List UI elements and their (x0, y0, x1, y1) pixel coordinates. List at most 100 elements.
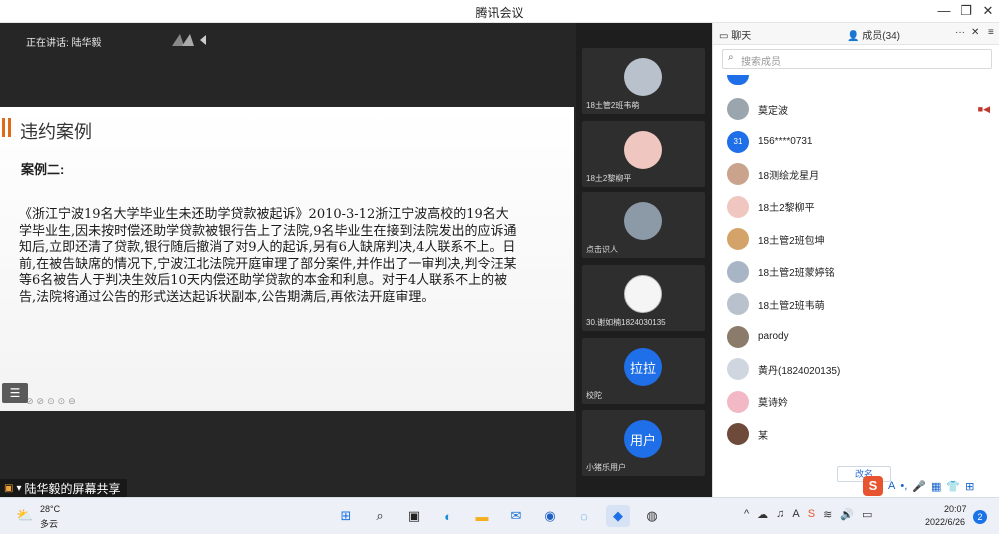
avatar (624, 202, 662, 240)
panel-tabs: ▭ 聊天 👤 成员(34) ··· ✕ ≡ (713, 23, 999, 45)
member-row[interactable]: 18土管2班韦萌 (713, 288, 999, 321)
member-row[interactable]: 某 (713, 418, 999, 451)
tile-name: 小猪乐用户 (586, 463, 626, 472)
search-placeholder: 搜索成员 (741, 57, 781, 68)
members-icon: 👤 (847, 31, 860, 42)
avatar (727, 423, 749, 446)
ime-grid-icon[interactable]: ⊞ (965, 480, 974, 493)
start-icon[interactable]: ⊞ (334, 505, 358, 527)
browser-icon[interactable]: ◌ (572, 505, 596, 527)
member-row[interactable]: 31 156****0731 (713, 126, 999, 159)
ime-toolbar[interactable]: S A •, 🎤 ▦ 👕 ⊞ (863, 475, 974, 497)
screen-share-label: ▣ ▾ 陆华毅的屏幕共享 (0, 479, 127, 497)
avatar (727, 390, 749, 413)
member-name: 156****0731 (758, 136, 813, 148)
tray-overflow-icon[interactable]: ^ (744, 508, 749, 521)
shared-screen: 正在讲话: 陆华毅 违约案例 案例二: 《浙江宁波19名大学毕业生未还助学贷款被… (0, 23, 576, 497)
avatar (727, 325, 749, 348)
search-icon[interactable]: ⌕ (368, 505, 392, 527)
avatar (727, 358, 749, 381)
avatar (727, 163, 749, 186)
camera-off-icon: ■◀ (977, 103, 990, 114)
tab-members[interactable]: 👤 成员(34) (847, 27, 900, 42)
app-icon[interactable]: ◍ (640, 505, 664, 527)
member-row[interactable]: 莫诗妗 (713, 386, 999, 419)
member-name: 莫定波 (758, 105, 788, 117)
member-name: 18测绘龙星月 (758, 170, 820, 182)
panel-close-button[interactable]: ✕ (971, 27, 979, 38)
tray-sogou-icon[interactable]: S (808, 508, 815, 521)
weather-icon[interactable]: ⛅ (16, 507, 33, 524)
temperature[interactable]: 28°C (40, 504, 60, 514)
slide-subtitle: 案例二: (21, 162, 65, 177)
member-name: 黄丹(1824020135) (758, 365, 841, 377)
member-row[interactable]: 18土管2班包坤 (713, 223, 999, 256)
annotation-tools[interactable]: ⊘⊘⊙⊙⊖ (26, 396, 79, 407)
member-name: 18土2黎柳平 (758, 203, 815, 215)
window-title: 腾讯会议 (475, 6, 524, 20)
chat-icon: ▭ (719, 31, 729, 42)
tray-cloud-icon[interactable]: ☁ (757, 508, 768, 521)
search-icon: ⌕ (728, 52, 734, 63)
presentation-slide: 违约案例 案例二: 《浙江宁波19名大学毕业生未还助学贷款被起诉》2010-3-… (0, 107, 574, 411)
ime-punct-icon[interactable]: •, (900, 480, 907, 492)
mail-icon[interactable]: ✉ (504, 505, 528, 527)
tencent-meeting-icon[interactable]: ◆ (606, 505, 630, 527)
video-tile[interactable]: 18土管2班韦萌 (582, 48, 705, 114)
member-row[interactable]: 18土管2班蒙婷铭 (713, 256, 999, 289)
video-tile[interactable]: 18土2黎柳平 (582, 121, 705, 187)
video-strip: 18土管2班韦萌 18土2黎柳平 点击识人 30.谢如楠1824030135 拉… (576, 23, 712, 497)
tray-font-icon[interactable]: A (792, 508, 799, 521)
menu-icon[interactable]: ☰ (2, 383, 28, 403)
clock-date[interactable]: 2022/6/26 (925, 517, 965, 527)
mic-icon: ▾ (16, 482, 22, 494)
clock-time[interactable]: 20:07 (944, 504, 967, 514)
ime-keyboard-icon[interactable]: ▦ (931, 480, 941, 493)
ime-font-icon[interactable]: A (888, 480, 895, 492)
avatar (727, 195, 749, 218)
tray-app-icon[interactable]: ♫ (776, 508, 784, 521)
tile-name: 18土2黎柳平 (586, 174, 632, 183)
member-row[interactable]: 18土2黎柳平 (713, 191, 999, 224)
avatar (727, 75, 749, 85)
member-name: 18土管2班蒙婷铭 (758, 268, 835, 280)
more-button[interactable]: ··· (955, 27, 965, 38)
minimize-button[interactable]: — (932, 3, 956, 18)
edge-icon[interactable]: ◐ (436, 505, 460, 527)
view-tools-icon[interactable] (170, 32, 212, 48)
weather-condition[interactable]: 多云 (40, 517, 58, 530)
close-button[interactable]: ✕ (976, 3, 999, 19)
tile-name: 校陀 (586, 391, 602, 400)
title-accent (8, 118, 11, 137)
member-row[interactable]: 黄丹(1824020135) (713, 353, 999, 386)
avatar: 31 (727, 130, 749, 153)
tile-name: 18土管2班韦萌 (586, 101, 640, 110)
video-tile[interactable]: 拉拉 校陀 (582, 338, 705, 404)
member-name: 某 (758, 430, 768, 442)
battery-icon[interactable]: ▭ (862, 508, 872, 521)
share-label-text: 陆华毅的屏幕共享 (24, 481, 121, 496)
tile-name: 点击识人 (586, 245, 618, 254)
avatar (727, 260, 749, 283)
ime-mic-icon[interactable]: 🎤 (912, 480, 926, 493)
taskbar: ⛅ 28°C 多云 ⊞ ⌕ ▣ ◐ ▬ ✉ ◉ ◌ ◆ ◍ ^ ☁ ♫ A S … (0, 497, 999, 534)
tab-chat[interactable]: ▭ 聊天 (719, 27, 751, 42)
notification-badge[interactable]: 2 (973, 510, 987, 524)
video-tile[interactable]: 点击识人 (582, 192, 705, 258)
task-view-icon[interactable]: ▣ (402, 505, 426, 527)
wifi-icon[interactable]: ≋ (823, 508, 832, 521)
app-icon[interactable]: ◉ (538, 505, 562, 527)
member-row[interactable]: parody (713, 321, 999, 354)
video-tile[interactable]: 30.谢如楠1824030135 (582, 265, 705, 331)
video-tile[interactable]: 用户 小猪乐用户 (582, 410, 705, 476)
restore-button[interactable]: ❐ (954, 3, 978, 19)
member-row[interactable]: 18测绘龙星月 (713, 158, 999, 191)
speaking-indicator: 正在讲话: 陆华毅 (26, 38, 102, 49)
ime-skin-icon[interactable]: 👕 (946, 480, 960, 493)
panel-menu-button[interactable]: ≡ (988, 27, 994, 38)
file-explorer-icon[interactable]: ▬ (470, 505, 494, 527)
member-search-input[interactable]: ⌕ 搜索成员 (722, 49, 992, 69)
member-row[interactable]: 莫定波 ■◀ (713, 93, 999, 126)
sogou-icon[interactable]: S (863, 476, 883, 496)
volume-icon[interactable]: 🔊 (840, 508, 854, 521)
